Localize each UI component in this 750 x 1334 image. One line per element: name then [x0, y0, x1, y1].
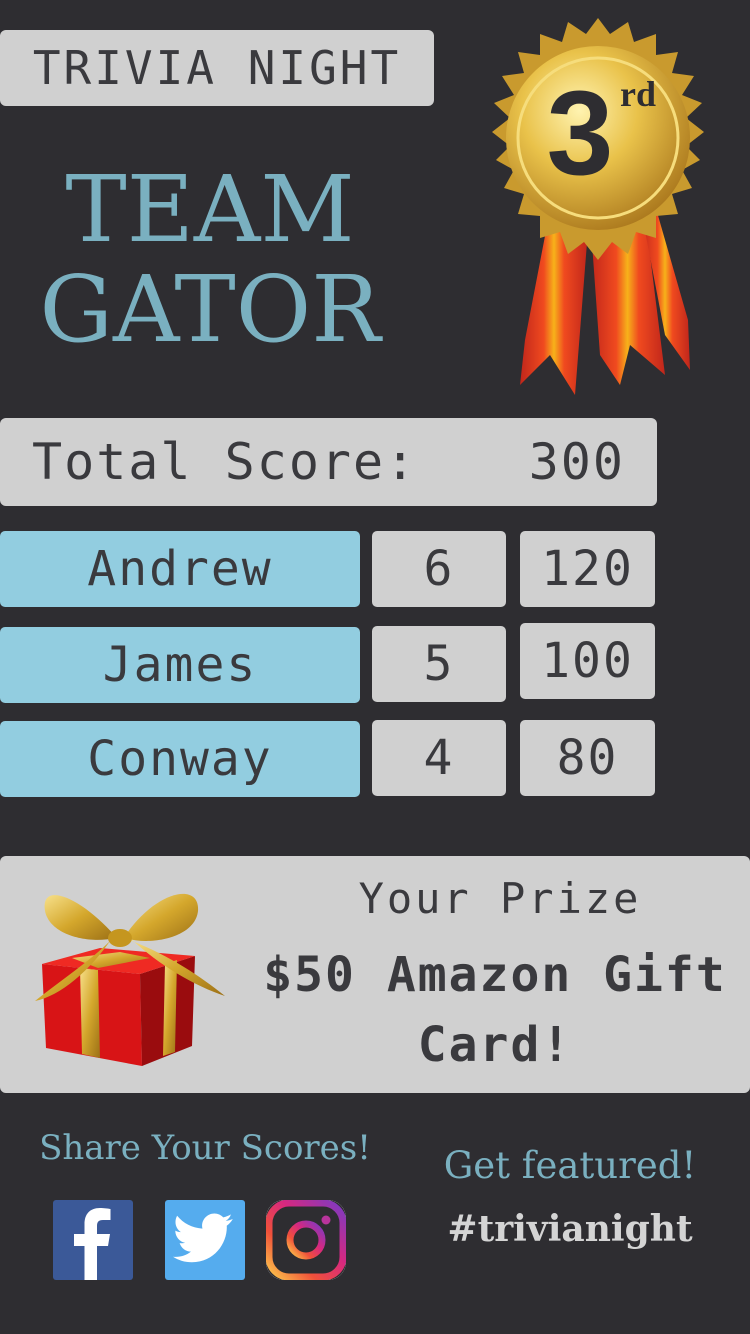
gift-box-icon [35, 893, 225, 1066]
twitter-share-button[interactable] [165, 1200, 245, 1280]
prize-heading: Your Prize [358, 874, 642, 923]
facebook-share-button[interactable] [53, 1200, 133, 1280]
player-points: 120 [520, 531, 655, 607]
medal-ribbon-icon: 3 rd [492, 18, 704, 395]
share-heading: Share Your Scores! [39, 1128, 371, 1168]
player-points: 100 [520, 623, 655, 699]
featured-heading: Get featured! [443, 1144, 697, 1187]
total-score-value: 300 [528, 433, 625, 491]
team-name: TEAM GATOR [39, 156, 381, 363]
player-name: James [0, 627, 360, 703]
total-score-panel: Total Score: 300 [0, 418, 657, 506]
hashtag-text: #trivianight [447, 1208, 693, 1250]
instagram-share-button[interactable] [266, 1200, 346, 1280]
player-correct-count: 5 [372, 626, 506, 702]
player-name: Conway [0, 721, 360, 797]
prize-description: $50 Amazon Gift Card! [263, 947, 727, 1073]
player-points: 80 [520, 720, 655, 796]
player-name: Andrew [0, 531, 360, 607]
facebook-icon [74, 1208, 111, 1280]
total-score-label: Total Score: [32, 433, 418, 491]
medal-place-number: 3 [547, 66, 614, 200]
medal-place-suffix: rd [620, 74, 656, 114]
player-correct-count: 4 [372, 720, 506, 796]
event-title: TRIVIA NIGHT [0, 30, 434, 106]
player-correct-count: 6 [372, 531, 506, 607]
instagram-icon [266, 1200, 346, 1280]
twitter-icon [173, 1213, 233, 1263]
